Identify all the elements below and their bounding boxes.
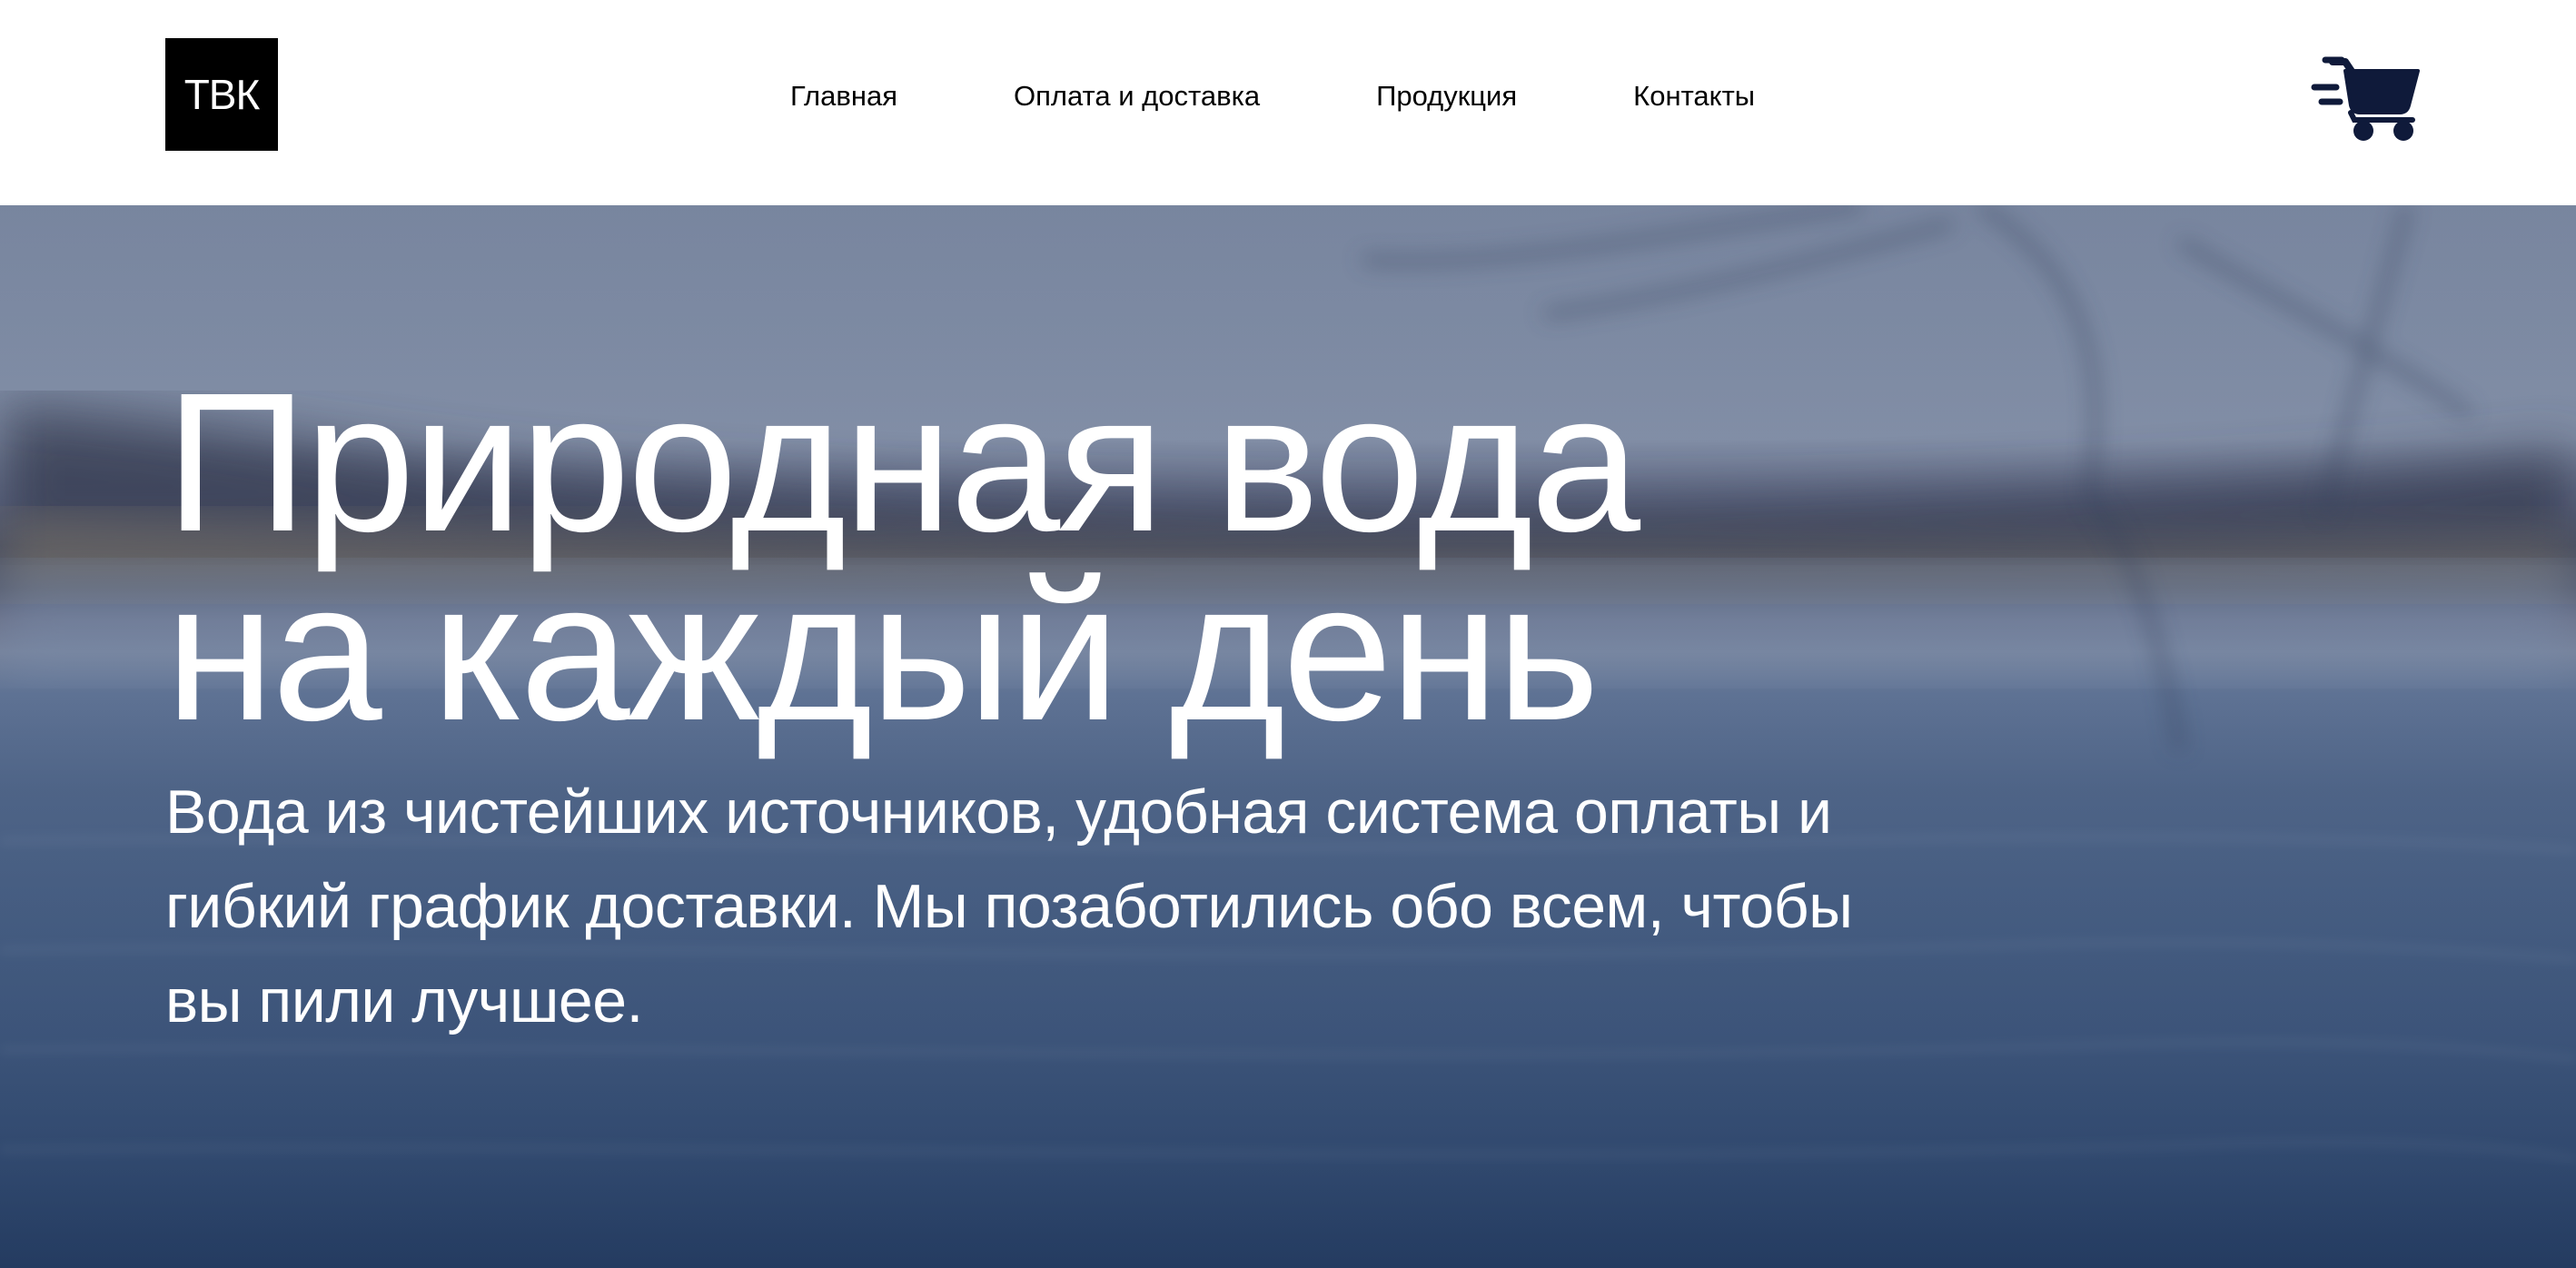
hero-section: Природная вода на каждый день Вода из чис… [0,205,2576,1268]
hero-title: Природная вода на каждый день [165,364,1891,751]
nav-item-home[interactable]: Главная [790,76,897,116]
hero-description: Вода из чистейших источников, удобная си… [165,778,1853,1035]
shopping-cart-fast-icon [2311,56,2420,141]
hero-title-line-2: на каждый день [165,541,1600,762]
cart-button[interactable] [2309,53,2427,144]
nav-item-products[interactable]: Продукция [1376,76,1517,116]
hero-title-line-1: Природная вода [165,352,1640,573]
nav-item-payment-delivery[interactable]: Оплата и доставка [1014,76,1260,116]
site-header: ТВК Главная Оплата и доставка Продукция … [0,0,2576,205]
hero-content: Природная вода на каждый день Вода из чис… [165,364,1891,1048]
logo[interactable]: ТВК [165,38,278,151]
main-nav: Главная Оплата и доставка Продукция Конт… [790,76,1755,116]
nav-item-contacts[interactable]: Контакты [1633,76,1755,116]
logo-text: ТВК [183,71,261,118]
